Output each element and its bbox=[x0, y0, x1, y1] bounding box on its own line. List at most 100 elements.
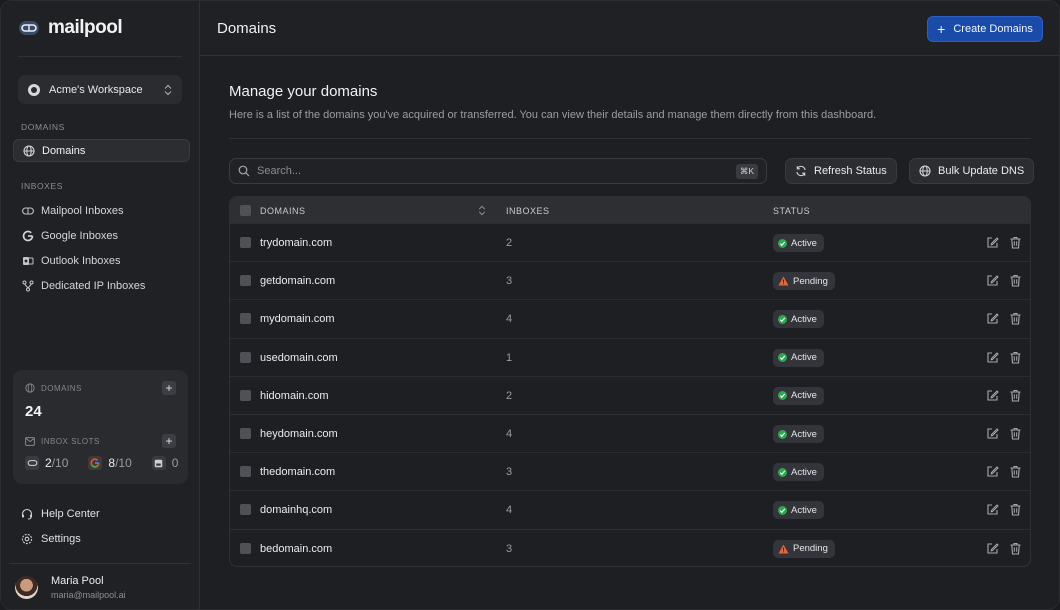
stat-domains-label: DOMAINS bbox=[41, 383, 82, 393]
table-row[interactable]: bedomain.com 3 Pending bbox=[230, 528, 1030, 566]
check-circle-icon bbox=[778, 314, 787, 324]
domain-name[interactable]: usedomain.com bbox=[260, 352, 338, 364]
row-checkbox[interactable] bbox=[240, 542, 251, 554]
trash-icon[interactable] bbox=[1009, 503, 1022, 516]
domain-name[interactable]: getdomain.com bbox=[260, 275, 335, 287]
row-checkbox[interactable] bbox=[240, 237, 251, 248]
keyboard-shortcut: ⌘K bbox=[735, 163, 758, 179]
user-profile[interactable]: Maria Pool maria@mailpool.ai bbox=[15, 575, 126, 600]
trash-icon[interactable] bbox=[1009, 351, 1022, 364]
inbox-count: 3 bbox=[506, 466, 513, 479]
status-label: Active bbox=[791, 466, 817, 478]
google-slots: 8/10 bbox=[108, 456, 132, 470]
trash-icon[interactable] bbox=[1009, 427, 1022, 440]
edit-icon[interactable] bbox=[986, 274, 999, 287]
search-icon bbox=[238, 165, 250, 177]
domain-name[interactable]: thedomain.com bbox=[260, 466, 335, 478]
sidebar-item-outlook-inboxes[interactable]: Outlook Inboxes bbox=[13, 249, 190, 272]
google-icon bbox=[22, 230, 34, 242]
sort-icon[interactable] bbox=[478, 205, 486, 216]
row-checkbox[interactable] bbox=[240, 428, 251, 439]
outlook-slots: 0 bbox=[171, 456, 179, 470]
inbox-count: 3 bbox=[506, 542, 513, 555]
status-badge: Active bbox=[773, 501, 824, 520]
warning-icon bbox=[778, 276, 789, 286]
inbox-count: 4 bbox=[506, 428, 513, 440]
sidebar-item-label: Dedicated IP Inboxes bbox=[41, 279, 146, 292]
add-domain-button[interactable]: + bbox=[162, 381, 176, 395]
domain-name[interactable]: trydomain.com bbox=[260, 237, 332, 249]
user-email: maria@mailpool.ai bbox=[51, 590, 126, 600]
help-center-link[interactable]: Help Center bbox=[21, 508, 100, 520]
inbox-count: 2 bbox=[506, 237, 513, 249]
table-row[interactable]: heydomain.com 4 Active bbox=[230, 414, 1030, 452]
mailpool-slots: 2/10 bbox=[45, 456, 69, 470]
domain-name[interactable]: hidomain.com bbox=[260, 390, 328, 402]
stat-slots-header: INBOX SLOTS bbox=[25, 437, 100, 446]
settings-label: Settings bbox=[41, 533, 81, 545]
table-row[interactable]: thedomain.com 3 Active bbox=[230, 452, 1030, 490]
trash-icon[interactable] bbox=[1009, 236, 1022, 249]
table-row[interactable]: domainhq.com 4 Active bbox=[230, 490, 1030, 528]
trash-icon[interactable] bbox=[1009, 389, 1022, 402]
row-checkbox[interactable] bbox=[240, 313, 251, 325]
table-row[interactable]: mydomain.com 4 Active bbox=[230, 299, 1030, 337]
row-checkbox[interactable] bbox=[240, 351, 251, 363]
refresh-status-button[interactable]: Refresh Status bbox=[785, 158, 897, 184]
bulk-update-dns-button[interactable]: Bulk Update DNS bbox=[909, 158, 1035, 184]
edit-icon[interactable] bbox=[986, 351, 999, 364]
globe-icon bbox=[919, 165, 931, 177]
edit-icon[interactable] bbox=[986, 312, 999, 325]
status-label: Active bbox=[791, 428, 817, 440]
add-inbox-slot-button[interactable]: + bbox=[162, 434, 176, 448]
trash-icon[interactable] bbox=[1009, 312, 1022, 325]
row-checkbox[interactable] bbox=[240, 466, 251, 478]
avatar bbox=[15, 576, 38, 599]
table-row[interactable]: getdomain.com 3 Pending bbox=[230, 261, 1030, 299]
select-all-checkbox[interactable] bbox=[240, 205, 251, 216]
status-badge: Active bbox=[773, 386, 824, 405]
status-badge: Active bbox=[773, 463, 824, 482]
warning-icon bbox=[778, 544, 789, 554]
section-label-inboxes: INBOXES bbox=[21, 181, 63, 191]
sidebar-item-domains[interactable]: Domains bbox=[13, 139, 190, 162]
table-row[interactable]: usedomain.com 1 Active bbox=[230, 337, 1030, 376]
row-checkbox[interactable] bbox=[240, 389, 251, 401]
search-placeholder: Search... bbox=[257, 165, 302, 177]
domain-name[interactable]: heydomain.com bbox=[260, 428, 338, 440]
plus-icon: + bbox=[937, 21, 946, 37]
edit-icon[interactable] bbox=[986, 542, 999, 555]
row-checkbox[interactable] bbox=[240, 275, 251, 287]
sidebar-item-mailpool-inboxes[interactable]: Mailpool Inboxes bbox=[13, 199, 190, 222]
sidebar-item-dedicated-ip-inboxes[interactable]: Dedicated IP Inboxes bbox=[13, 274, 190, 297]
edit-icon[interactable] bbox=[986, 389, 999, 402]
inbox-count: 4 bbox=[506, 313, 513, 326]
logo-text: mailpool bbox=[48, 17, 123, 38]
table-row[interactable]: hidomain.com 2 Active bbox=[230, 375, 1030, 414]
check-circle-icon bbox=[778, 391, 787, 401]
domain-name[interactable]: bedomain.com bbox=[260, 543, 332, 555]
domain-name[interactable]: domainhq.com bbox=[260, 504, 332, 516]
domains-count: 24 bbox=[25, 403, 42, 420]
workspace-switcher[interactable]: Acme's Workspace bbox=[18, 75, 182, 104]
table-row[interactable]: trydomain.com 2 Active bbox=[230, 223, 1030, 261]
trash-icon[interactable] bbox=[1009, 542, 1022, 555]
edit-icon[interactable] bbox=[986, 503, 999, 516]
logo[interactable]: mailpool bbox=[18, 17, 123, 39]
check-circle-icon bbox=[778, 429, 787, 439]
sidebar-item-google-inboxes[interactable]: Google Inboxes bbox=[13, 224, 190, 247]
edit-icon[interactable] bbox=[986, 427, 999, 440]
trash-icon[interactable] bbox=[1009, 274, 1022, 287]
bulk-update-dns-label: Bulk Update DNS bbox=[938, 165, 1025, 177]
search-input[interactable]: Search... ⌘K bbox=[229, 158, 767, 184]
domain-name[interactable]: mydomain.com bbox=[260, 313, 335, 325]
create-domains-button[interactable]: + Create Domains bbox=[927, 16, 1043, 42]
stat-slots-label: INBOX SLOTS bbox=[41, 437, 100, 446]
settings-link[interactable]: Settings bbox=[21, 533, 81, 545]
trash-icon[interactable] bbox=[1009, 465, 1022, 478]
edit-icon[interactable] bbox=[986, 236, 999, 249]
row-checkbox[interactable] bbox=[240, 504, 251, 516]
edit-icon[interactable] bbox=[986, 465, 999, 478]
mailpool-icon bbox=[25, 456, 39, 470]
column-header-domains[interactable]: DOMAINS bbox=[260, 206, 306, 216]
